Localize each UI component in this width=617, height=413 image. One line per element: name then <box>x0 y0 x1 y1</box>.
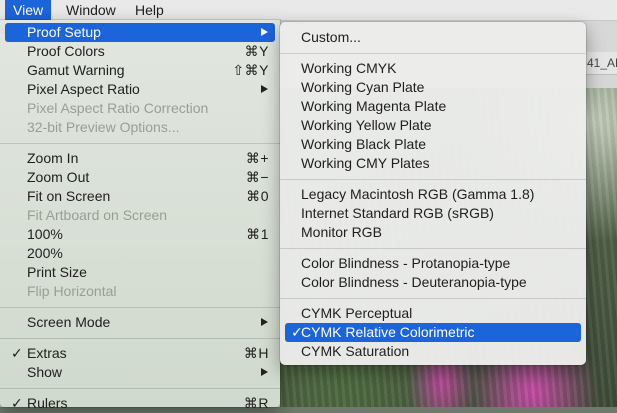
menu-item-label: Color Blindness - Protanopia-type <box>301 255 511 271</box>
menu-item-label: Fit Artboard on Screen <box>27 207 168 223</box>
proof-item-legacy-macintosh-rgb-gamma-1-8[interactable]: Legacy Macintosh RGB (Gamma 1.8) <box>285 185 581 204</box>
shortcut-label: ⌘0 <box>246 188 269 204</box>
view-menu-item-print-size[interactable]: Print Size <box>5 263 275 282</box>
menu-item-label: Show <box>27 364 63 380</box>
view-menu-item-proof-colors[interactable]: Proof Colors ⌘Y <box>5 42 275 61</box>
menu-item-label: Extras <box>27 345 67 361</box>
shortcut-label: ⌘+ <box>245 150 269 166</box>
proof-item-working-black-plate[interactable]: Working Black Plate <box>285 135 581 154</box>
view-menu-item-proof-setup[interactable]: Proof Setup <box>5 23 275 42</box>
menu-separator <box>280 179 586 180</box>
menu-item-label: 32-bit Preview Options... <box>27 119 180 135</box>
menu-view[interactable]: View <box>5 0 52 20</box>
proof-setup-submenu: Custom... Working CMYK Working Cyan Plate W… <box>280 22 586 365</box>
menu-item-label: Working Magenta Plate <box>301 98 447 114</box>
view-menu-item-100[interactable]: 100% ⌘1 <box>5 225 275 244</box>
view-menu-item-zoom-out[interactable]: Zoom Out ⌘− <box>5 168 275 187</box>
menu-item-label: Proof Colors <box>27 43 105 59</box>
proof-item-color-blindness-deuteranopia-type[interactable]: Color Blindness - Deuteranopia-type <box>285 273 581 292</box>
proof-item-working-cyan-plate[interactable]: Working Cyan Plate <box>285 78 581 97</box>
document-tab-label: 41_AP <box>587 56 617 70</box>
view-menu-item-pixel-aspect-ratio-correction: Pixel Aspect Ratio Correction <box>5 99 275 118</box>
document-tab[interactable]: 41_AP <box>585 52 617 75</box>
view-menu-item-fit-artboard-on-screen: Fit Artboard on Screen <box>5 206 275 225</box>
menu-item-label: Rulers <box>27 395 68 411</box>
menu-item-label: Working CMYK <box>301 60 397 76</box>
menu-item-label: Working CMY Plates <box>301 155 430 171</box>
chevron-right-icon <box>261 368 268 376</box>
view-menu-item-extras[interactable]: ✓ Extras ⌘H <box>5 344 275 363</box>
menu-item-label: 100% <box>27 226 63 242</box>
checkmark-icon: ✓ <box>11 395 23 411</box>
shortcut-label: ⌘− <box>245 169 269 185</box>
menu-item-label: Zoom Out <box>27 169 90 185</box>
menu-item-label: CYMK Relative Colorimetric <box>301 324 475 340</box>
view-menu-item-screen-mode[interactable]: Screen Mode <box>5 313 275 332</box>
proof-item-monitor-rgb[interactable]: Monitor RGB <box>285 223 581 242</box>
menu-item-label: Fit on Screen <box>27 188 111 204</box>
proof-item-cymk-relative-colorimetric[interactable]: ✓ CYMK Relative Colorimetric <box>285 323 581 342</box>
menu-item-label: Internet Standard RGB (sRGB) <box>301 205 494 221</box>
view-menu-item-show[interactable]: Show <box>5 363 275 382</box>
menu-item-label: Pixel Aspect Ratio <box>27 81 140 97</box>
proof-item-internet-standard-rgb-srgb[interactable]: Internet Standard RGB (sRGB) <box>285 204 581 223</box>
proof-item-color-blindness-protanopia-type[interactable]: Color Blindness - Protanopia-type <box>285 254 581 273</box>
menu-item-label: Flip Horizontal <box>27 283 117 299</box>
menu-separator <box>280 248 586 249</box>
view-menu-item-rulers[interactable]: ✓ Rulers ⌘R <box>5 394 275 413</box>
view-menu-item-zoom-in[interactable]: Zoom In ⌘+ <box>5 149 275 168</box>
menu-item-label: Working Black Plate <box>301 136 427 152</box>
menu-item-label: Monitor RGB <box>301 224 382 240</box>
menu-item-label: Legacy Macintosh RGB (Gamma 1.8) <box>301 186 535 202</box>
shortcut-label: ⌘Y <box>244 43 269 59</box>
proof-item-cymk-saturation[interactable]: CYMK Saturation <box>285 342 581 361</box>
menu-item-label: 200% <box>27 245 63 261</box>
shortcut-label: ⌘H <box>243 345 269 361</box>
menu-item-label: Print Size <box>27 264 87 280</box>
menu-separator <box>0 143 280 144</box>
menu-item-label: Pixel Aspect Ratio Correction <box>27 100 209 116</box>
view-menu-item-gamut-warning[interactable]: Gamut Warning ⇧⌘Y <box>5 61 275 80</box>
chevron-right-icon <box>261 85 268 93</box>
menu-item-label: Color Blindness - Deuteranopia-type <box>301 274 527 290</box>
menu-item-label: Custom... <box>301 29 361 45</box>
menu-item-label: Working Yellow Plate <box>301 117 432 133</box>
menu-item-label: Proof Setup <box>27 24 101 40</box>
shortcut-label: ⇧⌘Y <box>232 62 269 78</box>
menu-separator <box>280 298 586 299</box>
menu-item-label: CYMK Perceptual <box>301 305 413 321</box>
menu-item-label: Zoom In <box>27 150 79 166</box>
shortcut-label: ⌘1 <box>246 226 269 242</box>
view-menu-item-flip-horizontal: Flip Horizontal <box>5 282 275 301</box>
menu-separator <box>0 338 280 339</box>
shortcut-label: ⌘R <box>243 395 269 411</box>
view-menu-item-200[interactable]: 200% <box>5 244 275 263</box>
view-menu-item-32-bit-preview-options: 32-bit Preview Options... <box>5 118 275 137</box>
menu-window[interactable]: Window <box>58 0 124 20</box>
menu-item-label: CYMK Saturation <box>301 343 410 359</box>
chevron-right-icon <box>261 318 268 326</box>
menu-item-label: Screen Mode <box>27 314 111 330</box>
chevron-right-icon <box>261 28 268 36</box>
menu-separator <box>280 53 586 54</box>
menu-item-label: Gamut Warning <box>27 62 125 78</box>
menu-item-label: Working Cyan Plate <box>301 79 425 95</box>
view-menu: Proof Setup Proof Colors ⌘Y Gamut Warning ⇧⌘… <box>0 20 280 411</box>
view-menu-item-pixel-aspect-ratio[interactable]: Pixel Aspect Ratio <box>5 80 275 99</box>
menu-help[interactable]: Help <box>127 0 172 20</box>
proof-item-cymk-perceptual[interactable]: CYMK Perceptual <box>285 304 581 323</box>
proof-item-working-yellow-plate[interactable]: Working Yellow Plate <box>285 116 581 135</box>
proof-item-working-cmyk[interactable]: Working CMYK <box>285 59 581 78</box>
proof-item-custom[interactable]: Custom... <box>285 28 581 47</box>
proof-item-working-cmy-plates[interactable]: Working CMY Plates <box>285 154 581 173</box>
view-menu-item-fit-on-screen[interactable]: Fit on Screen ⌘0 <box>5 187 275 206</box>
menu-separator <box>0 307 280 308</box>
checkmark-icon: ✓ <box>11 345 23 361</box>
menubar: View Window Help <box>0 0 617 21</box>
menu-separator <box>0 388 280 389</box>
proof-item-working-magenta-plate[interactable]: Working Magenta Plate <box>285 97 581 116</box>
